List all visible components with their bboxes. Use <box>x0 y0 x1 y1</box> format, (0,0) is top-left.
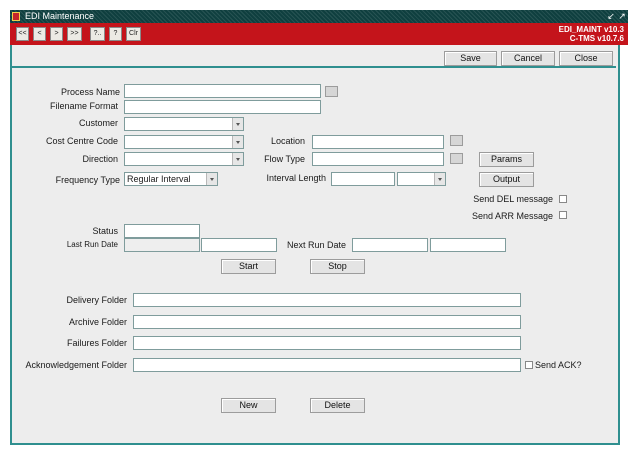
params-button[interactable]: Params <box>479 152 534 167</box>
previous-record-button[interactable]: < <box>33 27 46 41</box>
frequency-type-label: Frequency Type <box>55 175 120 185</box>
first-record-button[interactable]: << <box>16 27 29 41</box>
chevron-down-icon[interactable] <box>232 118 243 130</box>
acknowledgement-folder-input[interactable] <box>133 358 521 372</box>
window-title: EDI Maintenance <box>25 11 95 21</box>
location-input[interactable] <box>312 135 444 149</box>
chevron-down-icon[interactable] <box>206 173 217 185</box>
location-lookup-button[interactable] <box>450 135 463 146</box>
process-name-lookup-button[interactable] <box>325 86 338 97</box>
clear-button[interactable]: Clr <box>126 27 141 41</box>
chevron-down-icon[interactable] <box>434 173 445 185</box>
window-title-bar[interactable]: EDI Maintenance ↙ ↗ <box>10 10 628 23</box>
interval-length-input[interactable] <box>331 172 395 186</box>
archive-folder-label: Archive Folder <box>68 317 127 327</box>
process-name-input[interactable] <box>124 84 321 98</box>
flow-type-input[interactable] <box>312 152 444 166</box>
filename-format-input[interactable] <box>124 100 321 114</box>
last-record-button[interactable]: >> <box>67 27 82 41</box>
app-icon <box>12 12 20 21</box>
cost-centre-code-select[interactable] <box>124 135 244 149</box>
failures-folder-label: Failures Folder <box>66 338 127 348</box>
customer-select[interactable] <box>124 117 244 131</box>
delivery-folder-input[interactable] <box>133 293 521 307</box>
app-version-info: EDI_MAINT v10.3 C-TMS v10.7.6 <box>559 25 624 43</box>
start-button[interactable]: Start <box>221 259 276 274</box>
archive-folder-input[interactable] <box>133 315 521 329</box>
save-button[interactable]: Save <box>444 51 497 66</box>
last-run-time-input[interactable] <box>201 238 277 252</box>
help-button[interactable]: ? <box>109 27 122 41</box>
maximize-icon[interactable]: ↗ <box>617 11 627 21</box>
acknowledgement-folder-label: Acknowledgement Folder <box>25 360 127 370</box>
output-button[interactable]: Output <box>479 172 534 187</box>
stop-button[interactable]: Stop <box>310 259 365 274</box>
close-button[interactable]: Close <box>559 51 613 66</box>
filename-format-label: Filename Format <box>49 101 118 111</box>
flow-type-lookup-button[interactable] <box>450 153 463 164</box>
status-input[interactable] <box>124 224 200 238</box>
next-run-date-input[interactable] <box>352 238 428 252</box>
interval-length-label: Interval Length <box>266 173 326 183</box>
next-run-date-label: Next Run Date <box>286 240 346 250</box>
next-run-time-input[interactable] <box>430 238 506 252</box>
minimize-icon[interactable]: ↙ <box>606 11 616 21</box>
direction-label: Direction <box>82 154 118 164</box>
app-module-id: EDI_MAINT v10.3 <box>558 25 624 34</box>
cancel-button[interactable]: Cancel <box>501 51 555 66</box>
cost-centre-code-label: Cost Centre Code <box>45 136 118 146</box>
send-del-message-label: Send DEL message <box>473 194 553 204</box>
failures-folder-input[interactable] <box>133 336 521 350</box>
direction-select[interactable] <box>124 152 244 166</box>
send-ack-label: Send ACK? <box>535 360 582 370</box>
frequency-type-value: Regular Interval <box>127 174 191 184</box>
next-record-button[interactable]: > <box>50 27 63 41</box>
app-version: C-TMS v10.7.6 <box>569 34 624 43</box>
delivery-folder-label: Delivery Folder <box>66 295 127 305</box>
send-arr-message-label: Send ARR Message <box>471 211 553 221</box>
process-name-label: Process Name <box>60 87 120 97</box>
flow-type-label: Flow Type <box>264 154 305 164</box>
new-button[interactable]: New <box>221 398 276 413</box>
status-label: Status <box>92 226 118 236</box>
send-del-message-checkbox[interactable] <box>559 195 567 203</box>
navigation-toolbar: << < > >> ?.. ? Clr EDI_MAINT v10.3 C-TM… <box>10 23 628 45</box>
toolbar-divider <box>12 66 616 68</box>
last-run-date-label: Last Run Date <box>66 240 118 249</box>
location-label: Location <box>270 136 305 146</box>
query-button[interactable]: ?.. <box>90 27 105 41</box>
send-ack-checkbox[interactable] <box>525 361 533 369</box>
interval-unit-select[interactable] <box>397 172 446 186</box>
frequency-type-select[interactable]: Regular Interval <box>124 172 218 186</box>
send-arr-message-checkbox[interactable] <box>559 211 567 219</box>
delete-button[interactable]: Delete <box>310 398 365 413</box>
last-run-date-input[interactable] <box>124 238 200 252</box>
customer-label: Customer <box>78 118 118 128</box>
